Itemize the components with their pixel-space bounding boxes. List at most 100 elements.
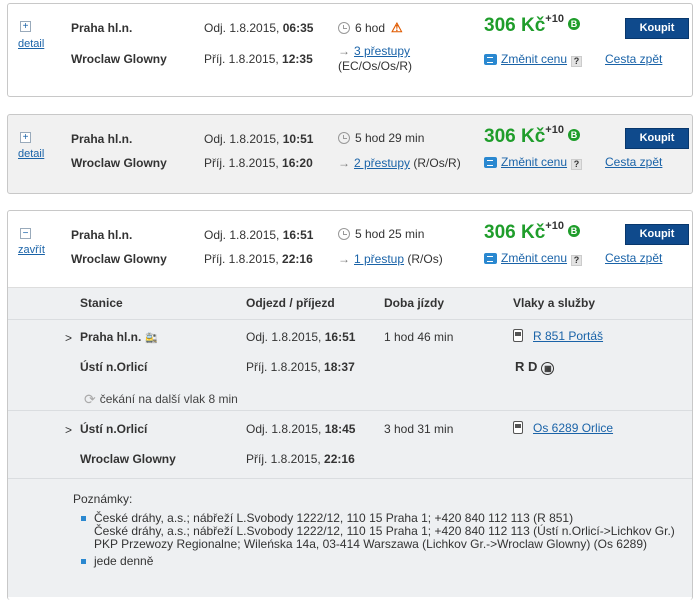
transfers: → 1 přestup (R/Os): [338, 252, 443, 266]
restaurant-car-icon: ▦: [541, 362, 555, 375]
clock-icon: [338, 132, 350, 144]
price: 306 Kč+10 B: [484, 13, 580, 37]
transfers-link[interactable]: 2 přestupy: [354, 156, 410, 170]
train-types: (EC/Os/Os/R): [338, 59, 412, 73]
leg-duration: 3 hod 31 min: [384, 422, 454, 436]
station-facility-icon: 🚉: [145, 333, 158, 344]
train-types: (R/Os): [404, 252, 443, 266]
change-price-link[interactable]: Změnit cenu: [501, 251, 567, 265]
note-line: jede denně: [94, 554, 154, 568]
train-link[interactable]: Os 6289 Orlice: [533, 421, 613, 435]
transfer-wait: ⟳ čekání na další vlak 8 min: [84, 391, 238, 407]
expand-toggle[interactable]: +: [20, 21, 31, 32]
help-icon[interactable]: ?: [571, 159, 583, 170]
warning-icon: ⚠: [391, 20, 403, 35]
price: 306 Kč+10 B: [484, 220, 580, 244]
leg-arrival: Příj. 1.8.2015, 22:16: [246, 452, 355, 466]
divider: [8, 410, 692, 411]
return-journey-link[interactable]: Cesta zpět: [605, 155, 662, 169]
buy-button[interactable]: Koupit: [625, 128, 689, 149]
leg-to-station: Wroclaw Glowny: [80, 452, 176, 466]
change-price-link[interactable]: Změnit cenu: [501, 52, 567, 66]
arrow-right-icon: →: [338, 252, 350, 266]
leg-departure: Odj. 1.8.2015, 16:51: [246, 330, 356, 344]
train-icon: [513, 421, 523, 434]
transfers-link[interactable]: 1 přestup: [354, 252, 404, 266]
departure-time: Odj. 1.8.2015, 10:51: [204, 132, 314, 146]
leg-from-station: Praha hl.n. 🚉: [80, 330, 158, 344]
bonus-badge-icon: B: [567, 18, 580, 30]
departure-time: Odj. 1.8.2015, 16:51: [204, 228, 314, 242]
duration: 5 hod 29 min: [338, 131, 424, 145]
detail-link[interactable]: detail: [18, 148, 44, 160]
change-price: Změnit cenu?: [484, 155, 583, 170]
from-station: Praha hl.n.: [71, 132, 133, 146]
duration: 6 hod ⚠: [338, 20, 403, 36]
arrival-time: Příj. 1.8.2015, 12:35: [204, 52, 313, 66]
close-detail-link[interactable]: zavřít: [18, 244, 45, 256]
expand-toggle[interactable]: +: [20, 132, 31, 143]
leg-expand-marker[interactable]: >: [65, 423, 72, 437]
leg-train: R 851 Portáš: [513, 329, 603, 343]
arrow-right-icon: →: [338, 44, 350, 58]
notes-list: České dráhy, a.s.; nábřeží L.Svobody 122…: [76, 512, 676, 572]
buy-button[interactable]: Koupit: [625, 224, 689, 245]
leg-to-station: Ústí n.Orlicí: [80, 360, 148, 374]
connection-card-2: + detail Praha hl.n. Wroclaw Glowny Odj.…: [7, 114, 693, 194]
leg-arrival: Příj. 1.8.2015, 18:37: [246, 360, 355, 374]
col-header-duration: Doba jízdy: [384, 296, 445, 310]
bonus-badge-icon: B: [567, 225, 580, 237]
col-header-station: Stanice: [80, 296, 123, 310]
change-price-link[interactable]: Změnit cenu: [501, 155, 567, 169]
leg-train: Os 6289 Orlice: [513, 421, 613, 435]
arrival-time: Příj. 1.8.2015, 16:20: [204, 156, 313, 170]
buy-button[interactable]: Koupit: [625, 18, 689, 39]
transfers: → 2 přestupy (R/Os/R): [338, 156, 461, 170]
divider: [8, 478, 692, 479]
notes-title: Poznámky:: [73, 492, 133, 506]
detail-link[interactable]: detail: [18, 38, 44, 50]
leg-departure: Odj. 1.8.2015, 18:45: [246, 422, 356, 436]
leg-duration: 1 hod 46 min: [384, 330, 454, 344]
note-item: jede denně: [76, 555, 676, 568]
col-header-times: Odjezd / příjezd: [246, 296, 335, 310]
change-price: Změnit cenu?: [484, 251, 583, 266]
duration: 5 hod 25 min: [338, 227, 424, 241]
clock-icon: [338, 228, 350, 240]
transfers-link[interactable]: 3 přestupy: [354, 44, 410, 58]
price-change-icon: [484, 54, 497, 65]
clock-icon: [338, 22, 350, 34]
help-icon[interactable]: ?: [571, 56, 583, 67]
transfers: → 3 přestupy (EC/Os/Os/R): [338, 44, 412, 74]
connection-detail-panel: Stanice Odjezd / příjezd Doba jízdy Vlak…: [8, 287, 692, 597]
from-station: Praha hl.n.: [71, 21, 133, 35]
change-price: Změnit cenu?: [484, 52, 583, 67]
help-icon[interactable]: ?: [571, 255, 583, 266]
connection-card-3: − zavřít Praha hl.n. Wroclaw Glowny Odj.…: [7, 210, 693, 600]
note-line: PKP Przewozy Regionalne; Wileńska 14a, 0…: [94, 537, 648, 551]
arrow-right-icon: →: [338, 156, 350, 170]
leg-expand-marker[interactable]: >: [65, 331, 72, 345]
connection-card-1: + detail Praha hl.n. Wroclaw Glowny Odj.…: [7, 3, 693, 97]
train-icon: [513, 329, 523, 342]
return-journey-link[interactable]: Cesta zpět: [605, 251, 662, 265]
transfer-icon: ⟳: [84, 391, 96, 407]
train-types: (R/Os/R): [410, 156, 461, 170]
price-change-icon: [484, 157, 497, 168]
bonus-badge-icon: B: [567, 129, 580, 141]
arrival-time: Příj. 1.8.2015, 22:16: [204, 252, 313, 266]
price: 306 Kč+10 B: [484, 124, 580, 148]
leg-from-station: Ústí n.Orlicí: [80, 422, 148, 436]
price-change-icon: [484, 253, 497, 264]
note-item: České dráhy, a.s.; nábřeží L.Svobody 122…: [76, 512, 676, 551]
collapse-toggle[interactable]: −: [20, 228, 31, 239]
col-header-trains: Vlaky a služby: [513, 296, 596, 310]
to-station: Wroclaw Glowny: [71, 52, 167, 66]
train-services: R D ▦: [515, 359, 555, 375]
return-journey-link[interactable]: Cesta zpět: [605, 52, 662, 66]
train-link[interactable]: R 851 Portáš: [533, 329, 603, 343]
to-station: Wroclaw Glowny: [71, 252, 167, 266]
departure-time: Odj. 1.8.2015, 06:35: [204, 21, 314, 35]
from-station: Praha hl.n.: [71, 228, 133, 242]
divider: [8, 319, 692, 320]
